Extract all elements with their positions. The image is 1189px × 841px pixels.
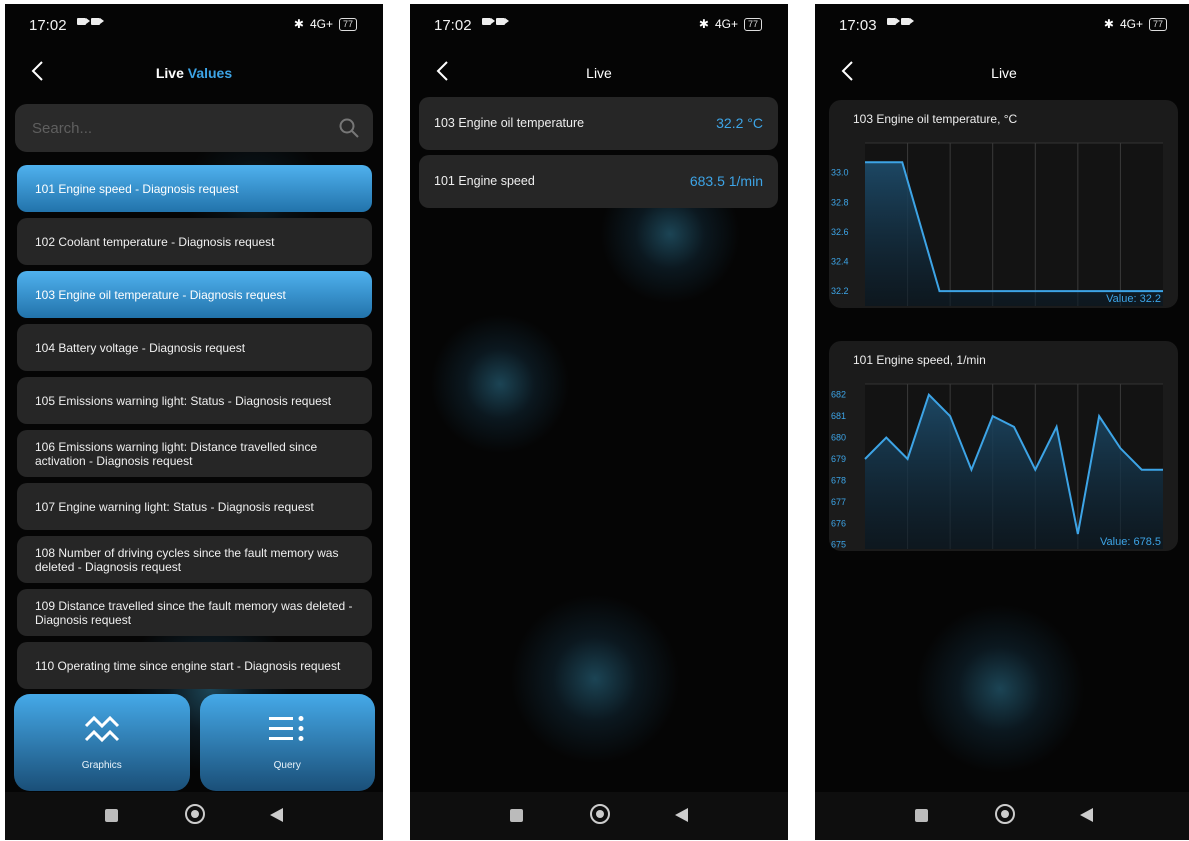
graphics-label: Graphics [81, 760, 122, 771]
list-item[interactable]: 101 Engine speed - Diagnosis request [17, 165, 372, 212]
title-part-live: Live [155, 65, 184, 81]
header: Live [410, 50, 788, 94]
query-button[interactable]: Query [199, 694, 375, 791]
y-tick-label: 682 [831, 390, 846, 400]
search-icon[interactable] [339, 118, 359, 138]
video-icon [482, 18, 495, 25]
query-label: Query [273, 760, 301, 771]
parameter-list: 101 Engine speed - Diagnosis request 102 … [17, 165, 372, 695]
title-part-values: Values [187, 65, 233, 81]
y-tick-label: 681 [831, 411, 846, 421]
video-icon [91, 18, 104, 25]
y-tick-label: 32.8 [831, 197, 849, 207]
recents-icon[interactable] [915, 809, 928, 822]
status-time: 17:02 [434, 17, 472, 34]
engine-speed-chart: 682 681 680 679 678 677 676 675 Value: 678.5 [831, 383, 1163, 550]
search-input[interactable]: Search... [32, 120, 92, 137]
system-nav-bar [815, 792, 1189, 840]
list-icon [269, 716, 304, 741]
page-title: Live [991, 65, 1017, 81]
y-tick-label: 680 [831, 433, 846, 443]
y-tick-label: 679 [831, 454, 846, 464]
list-item[interactable]: 107 Engine warning light: Status - Diagn… [17, 483, 372, 530]
video-icon [77, 18, 90, 25]
graphics-button[interactable]: Graphics [14, 694, 190, 791]
value-row[interactable]: 101 Engine speed 683.5 1/min [419, 155, 778, 208]
status-bar: 17:02 ✱ 4G+ 77 [410, 4, 788, 44]
list-item[interactable]: 110 Operating time since engine start - … [17, 642, 372, 689]
signal-icon: 4G+ [1119, 17, 1143, 31]
battery-icon: 77 [1148, 17, 1167, 31]
current-value-label: Value: 32.2 [1106, 293, 1161, 305]
y-tick-label: 32.6 [831, 227, 849, 237]
screen-live-values: 17:02 ✱ 4G+ 77 Live Values Search... 101… [5, 4, 383, 840]
value-row[interactable]: 103 Engine oil temperature 32.2 °C [419, 97, 778, 150]
recents-icon[interactable] [105, 809, 118, 822]
home-icon[interactable] [185, 804, 205, 824]
signal-icon: 4G+ [714, 17, 738, 31]
signal-icon: 4G+ [309, 17, 333, 31]
list-item[interactable]: 108 Number of driving cycles since the f… [17, 536, 372, 583]
list-item[interactable]: 105 Emissions warning light: Status - Di… [17, 377, 372, 424]
video-icon [901, 18, 914, 25]
oil-temp-chart: 33.0 32.8 32.6 32.4 32.2 Value: 32.2 [831, 142, 1163, 306]
y-tick-label: 675 [831, 540, 846, 550]
video-icon [887, 18, 900, 25]
home-icon[interactable] [995, 804, 1015, 824]
battery-icon: 77 [338, 17, 357, 31]
value-reading: 32.2 °C [716, 115, 763, 131]
chart-title: 101 Engine speed, 1/min [853, 353, 986, 367]
y-tick-label: 32.2 [831, 286, 849, 296]
current-value-label: Value: 678.5 [1100, 536, 1161, 548]
screen-live-graphics: 17:03 ✱ 4G+ 77 Live 33.0 32.8 32.6 32.4 32.2… [815, 4, 1189, 840]
search-bar[interactable]: Search... [15, 104, 373, 152]
list-item[interactable]: 104 Battery voltage - Diagnosis request [17, 324, 372, 371]
chart-card-oil-temp: 33.0 32.8 32.6 32.4 32.2 Value: 32.2 103 Engi… [829, 100, 1178, 308]
bluetooth-icon: ✱ [1103, 17, 1114, 31]
back-nav-icon[interactable] [675, 808, 688, 822]
system-nav-bar [410, 792, 788, 840]
list-item[interactable]: 106 Emissions warning light: Distance tr… [17, 430, 372, 477]
y-tick-label: 676 [831, 518, 846, 528]
page-title: Live [586, 65, 612, 81]
graph-icon [84, 715, 119, 743]
status-bar: 17:03 ✱ 4G+ 77 [815, 4, 1189, 44]
value-reading: 683.5 1/min [689, 173, 763, 189]
system-nav-bar [5, 792, 383, 840]
list-item[interactable]: 103 Engine oil temperature - Diagnosis r… [17, 271, 372, 318]
home-icon[interactable] [590, 804, 610, 824]
list-item[interactable]: 102 Coolant temperature - Diagnosis requ… [17, 218, 372, 265]
status-bar: 17:02 ✱ 4G+ 77 [5, 4, 383, 44]
back-nav-icon[interactable] [1080, 808, 1093, 822]
value-label: 103 Engine oil temperature [434, 116, 585, 130]
bluetooth-icon: ✱ [698, 17, 709, 31]
video-icon [496, 18, 509, 25]
header: Live [815, 50, 1189, 94]
status-time: 17:02 [29, 17, 67, 34]
list-item[interactable]: 109 Distance travelled since the fault m… [17, 589, 372, 636]
header: Live Values [5, 50, 383, 94]
chart-card-engine-speed: 682 681 680 679 678 677 676 675 Value: 678.5 101… [829, 341, 1178, 551]
bluetooth-icon: ✱ [293, 17, 304, 31]
battery-icon: 77 [743, 17, 762, 31]
page-title: Live Values [5, 65, 383, 81]
back-nav-icon[interactable] [270, 808, 283, 822]
y-tick-label: 32.4 [831, 257, 849, 267]
y-tick-label: 677 [831, 497, 846, 507]
action-buttons: Graphics Query [14, 694, 375, 791]
value-label: 101 Engine speed [434, 174, 535, 188]
y-tick-label: 33.0 [831, 168, 849, 178]
status-time: 17:03 [839, 17, 877, 34]
chart-title: 103 Engine oil temperature, °C [853, 112, 1018, 126]
y-tick-label: 678 [831, 475, 846, 485]
recents-icon[interactable] [510, 809, 523, 822]
screen-live-values-list: 17:02 ✱ 4G+ 77 Live 103 Engine oil tempe… [410, 4, 788, 840]
